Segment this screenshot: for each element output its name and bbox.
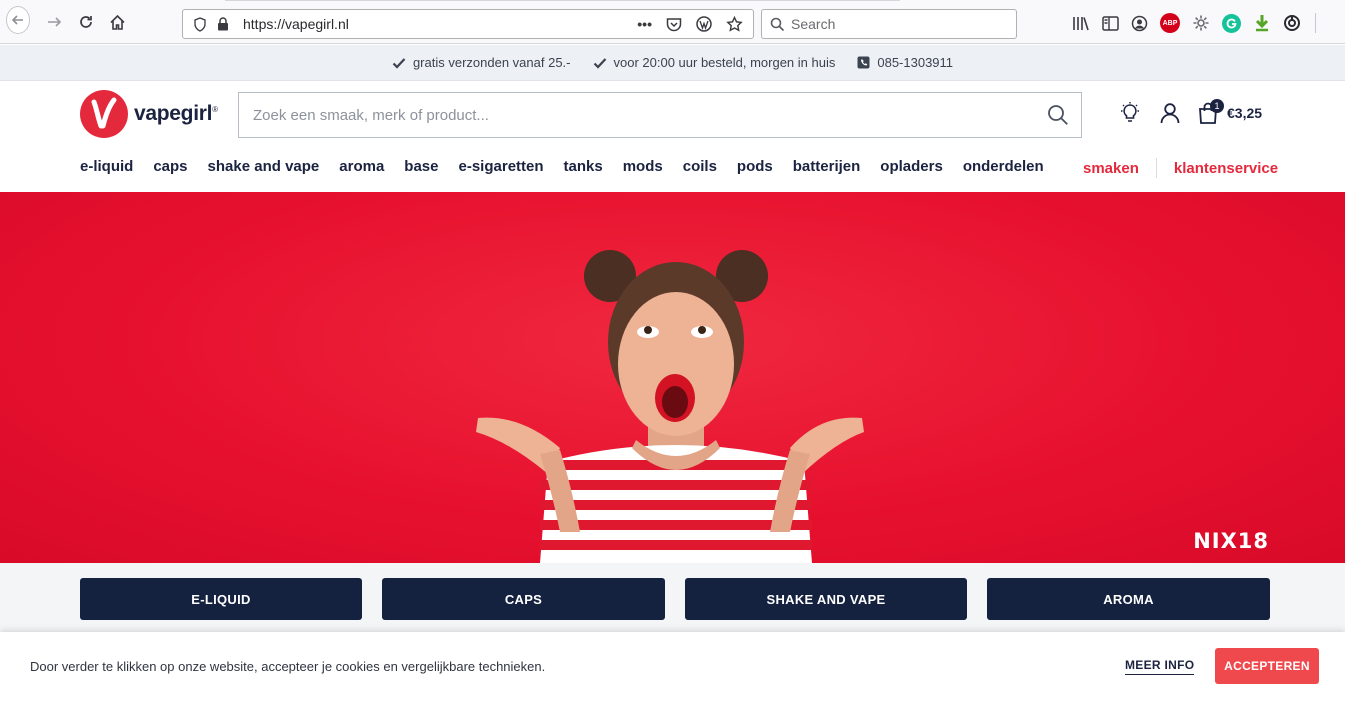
hero-image [476,250,864,563]
browser-tab[interactable] [450,0,675,3]
cookie-banner: Door verder te klikken op onze website, … [0,632,1345,701]
cookie-more-info-link[interactable]: MEER INFO [1125,658,1195,675]
nix18-badge: NIX18 [1193,529,1269,553]
category-button-aroma[interactable]: AROMA [987,578,1270,620]
browser-toolbar: https://vapegirl.nl ••• Search ABP [0,0,1345,44]
usp-free-shipping: gratis verzonden vanaf 25.- [392,55,571,70]
nav-item-shake-and-vape[interactable]: shake and vape [208,158,320,175]
browser-search-bar[interactable]: Search [761,9,1017,39]
nav-item-tanks[interactable]: tanks [564,158,603,175]
phone-icon [857,56,870,69]
user-account-icon[interactable] [1159,102,1181,124]
logo-text: vapegirl® [134,102,218,125]
nav-item-caps[interactable]: caps [153,158,187,175]
adblock-plus-icon[interactable]: ABP [1160,13,1180,33]
usp-bar: gratis verzonden vanaf 25.- voor 20:00 u… [0,45,1345,81]
sidebar-icon[interactable] [1102,15,1119,31]
nav-item-e-sigaretten[interactable]: e-sigaretten [459,158,544,175]
grammarly-icon[interactable] [1222,13,1241,33]
browser-tab[interactable] [675,0,900,3]
usp-text: voor 20:00 uur besteld, morgen in huis [613,55,836,70]
nav-item-klantenservice[interactable]: klantenservice [1174,160,1278,177]
pocket-icon[interactable] [666,17,682,32]
site-search-box[interactable] [238,92,1082,138]
back-arrow-icon [6,6,30,34]
reload-button[interactable] [74,10,98,34]
sync-extension-icon[interactable] [1283,14,1301,32]
nav-item-e-liquid[interactable]: e-liquid [80,158,133,175]
bookmark-star-icon[interactable] [726,16,743,32]
browser-tab[interactable] [225,0,450,3]
nav-item-aroma[interactable]: aroma [339,158,384,175]
usp-phone[interactable]: 085-1303911 [857,55,953,70]
site-search-input[interactable] [239,93,1035,137]
hero-banner[interactable]: NIX18 [0,192,1345,563]
nav-divider [1155,158,1157,178]
home-icon [109,14,125,30]
usp-next-day-delivery: voor 20:00 uur besteld, morgen in huis [593,55,836,70]
nav-item-base[interactable]: base [404,158,438,175]
nav-item-opladers[interactable]: opladers [880,158,943,175]
nav-item-onderdelen[interactable]: onderdelen [963,158,1044,175]
secondary-navigation: smaken klantenservice [1083,158,1278,178]
category-button-e-liquid[interactable]: E-LIQUID [80,578,362,620]
reload-icon [80,16,92,28]
nav-item-pods[interactable]: pods [737,158,773,175]
usp-phone-number[interactable]: 085-1303911 [877,55,953,70]
url-bar[interactable]: https://vapegirl.nl ••• [182,9,754,39]
forward-arrow-icon [48,17,62,27]
cookie-message: Door verder te klikken op onze website, … [30,659,546,674]
logo-mark-icon [80,90,128,138]
checkmark-icon [593,57,606,69]
checkmark-icon [392,57,406,69]
category-button-caps[interactable]: CAPS [382,578,665,620]
nav-item-mods[interactable]: mods [623,158,663,175]
download-icon[interactable] [1253,14,1271,32]
home-button[interactable] [105,10,129,34]
main-navigation: e-liquid caps shake and vape aroma base … [80,158,1044,175]
account-icon[interactable] [1131,15,1148,32]
cart-button[interactable]: 1 €3,25 [1198,99,1263,124]
cookie-accept-button[interactable]: ACCEPTEREN [1215,648,1319,684]
page-actions-icon[interactable]: ••• [637,16,652,32]
wordpress-icon[interactable] [696,16,712,32]
search-icon [770,17,785,31]
site-logo[interactable]: vapegirl® [80,90,218,138]
cart-total: €3,25 [1227,105,1263,121]
lock-icon[interactable] [217,17,229,31]
browser-search-placeholder: Search [791,16,836,32]
toolbar-divider [1315,13,1316,33]
shield-icon[interactable] [193,16,207,32]
back-button[interactable] [6,6,30,34]
usp-text: gratis verzonden vanaf 25.- [412,55,571,70]
forward-button[interactable] [42,10,66,34]
library-icon[interactable] [1072,15,1090,32]
url-text[interactable]: https://vapegirl.nl [243,16,349,32]
lightbulb-icon[interactable] [1118,101,1142,125]
cart-count-badge: 1 [1210,99,1224,113]
nav-item-coils[interactable]: coils [683,158,717,175]
nav-item-batterijen[interactable]: batterijen [793,158,861,175]
category-button-shake-and-vape[interactable]: SHAKE AND VAPE [685,578,967,620]
search-icon[interactable] [1035,104,1081,126]
category-buttons: E-LIQUID CAPS SHAKE AND VAPE AROMA [0,563,1345,633]
nav-item-smaken[interactable]: smaken [1083,160,1139,177]
gear-extension-icon[interactable] [1192,14,1210,32]
